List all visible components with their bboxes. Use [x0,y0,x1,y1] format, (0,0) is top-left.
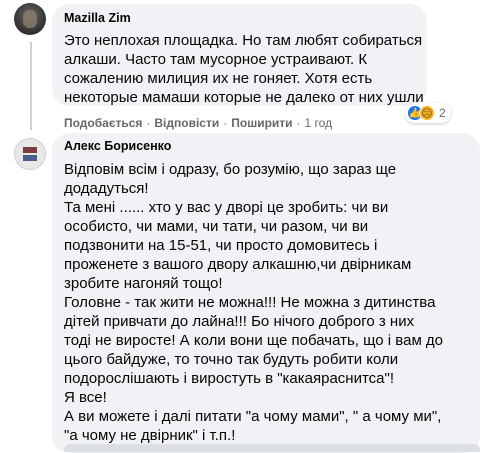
thread-connector-line [30,42,32,130]
comment-author[interactable]: Алекс Борисенко [64,139,171,153]
like-button[interactable]: Подобається [64,116,142,130]
comment-text: Відповім всім і одразу, бо розумію, що з… [64,161,444,444]
separator-dot: · [223,116,228,130]
reaction-count: 2 [439,106,446,120]
avatar-image-top [23,147,37,153]
sad-icon: ☹ [419,105,435,121]
separator-dot: · [146,116,151,130]
next-content-edge [64,444,480,452]
avatar[interactable] [14,138,46,170]
avatar[interactable] [14,3,46,35]
comment-actions: Подобається · Відповісти · Поширити · 1 … [64,116,332,130]
comment-text: Это неплохая площадка. Но там любят соби… [64,32,424,106]
timestamp[interactable]: 1 год [305,116,333,130]
avatar-image-bottom [23,155,37,161]
share-button[interactable]: Поширити [231,116,292,130]
reaction-summary[interactable]: 👍 ☹ 2 [405,103,451,123]
separator-dot: · [296,116,301,130]
comment-author[interactable]: Mazilla Zim [64,11,131,25]
reply-button[interactable]: Відповісти [154,116,219,130]
